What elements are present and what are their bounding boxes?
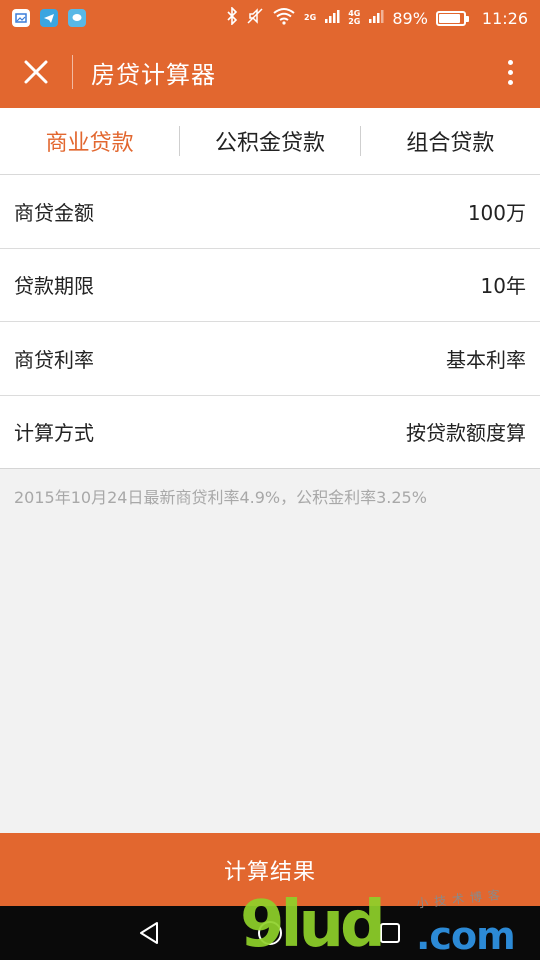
loan-amount-value: 100万 — [467, 200, 526, 225]
close-icon — [24, 60, 48, 84]
close-button[interactable] — [0, 36, 72, 108]
more-vertical-icon-dot — [507, 79, 513, 85]
home-circle-icon — [258, 921, 282, 945]
network-2g-b-label: 2G — [348, 17, 361, 26]
home-button[interactable] — [250, 913, 290, 953]
telegram-notification-icon — [40, 9, 58, 27]
loan-term-label: 贷款期限 — [14, 274, 94, 299]
mute-icon — [246, 7, 264, 29]
loan-term-value: 10年 — [480, 274, 526, 299]
more-vertical-icon — [507, 59, 513, 65]
title-divider — [72, 55, 73, 89]
battery-icon — [435, 10, 469, 26]
interest-rate-row[interactable]: 商贷利率 基本利率 — [0, 322, 540, 396]
loan-amount-label: 商贷金额 — [14, 200, 94, 225]
signal-icon-secondary — [368, 8, 384, 28]
rate-note: 2015年10月24日最新商贷利率4.9%，公积金利率3.25% — [14, 488, 427, 507]
tab-combined-loan[interactable]: 组合贷款 — [361, 108, 540, 174]
loan-type-tabs: 商业贷款 公积金贷款 组合贷款 — [0, 108, 540, 175]
loan-term-row[interactable]: 贷款期限 10年 — [0, 249, 540, 322]
wifi-icon — [272, 7, 296, 29]
notification-icons — [12, 9, 86, 27]
calculation-method-row[interactable]: 计算方式 按贷款额度算 — [0, 396, 540, 469]
more-options-button[interactable] — [480, 36, 540, 108]
page-title: 房贷计算器 — [91, 60, 216, 89]
bluetooth-icon — [226, 6, 238, 29]
more-vertical-icon-dot — [507, 69, 513, 75]
tab-provident-fund-loan[interactable]: 公积金贷款 — [180, 108, 359, 174]
interest-rate-label: 商贷利率 — [14, 347, 94, 372]
calculation-method-label: 计算方式 — [14, 421, 94, 446]
recent-apps-square-icon — [380, 923, 400, 943]
network-2g-label: 2G — [304, 13, 317, 22]
message-notification-icon — [68, 9, 86, 27]
gallery-notification-icon — [12, 9, 30, 27]
interest-rate-value: 基本利率 — [446, 347, 526, 372]
recent-apps-button[interactable] — [370, 913, 410, 953]
app-screen: 2G 4G 2G 89% 11:26 房贷计算器 商业贷款 公积金贷款 组合贷款… — [0, 0, 540, 960]
loan-amount-row[interactable]: 商贷金额 100万 — [0, 175, 540, 249]
status-bar: 2G 4G 2G 89% 11:26 — [0, 0, 540, 36]
signal-icon — [324, 8, 340, 28]
tab-commercial-loan[interactable]: 商业贷款 — [0, 108, 179, 174]
network-2g-indicator: 2G — [304, 14, 316, 22]
loan-form: 商贷金额 100万 贷款期限 10年 商贷利率 基本利率 计算方式 按贷款额度算 — [0, 175, 540, 469]
calculate-result-button[interactable]: 计算结果 — [0, 833, 540, 906]
calculation-method-value: 按贷款额度算 — [406, 421, 526, 446]
network-4g-indicator: 4G 2G — [348, 10, 360, 26]
battery-fill — [438, 13, 461, 23]
system-nav-bar — [0, 906, 540, 960]
system-indicators: 2G 4G 2G 89% 11:26 — [226, 6, 528, 29]
back-button[interactable] — [130, 913, 170, 953]
clock: 11:26 — [481, 8, 528, 28]
back-triangle-icon — [140, 922, 158, 944]
battery-percent: 89% — [392, 8, 428, 28]
title-bar: 房贷计算器 — [0, 36, 540, 108]
